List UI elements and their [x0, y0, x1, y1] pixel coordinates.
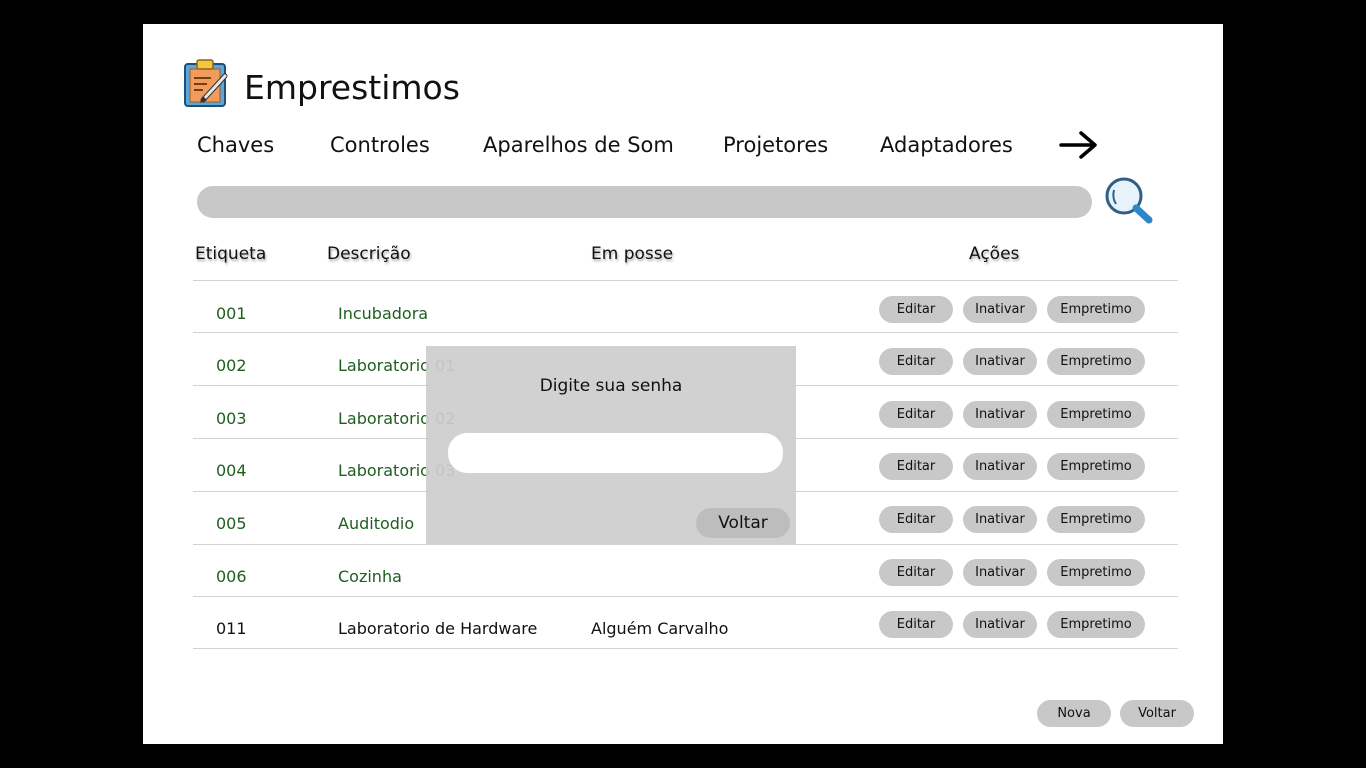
column-header-em-posse: Em posse — [591, 244, 674, 264]
inactivate-button[interactable]: Inativar — [963, 401, 1037, 428]
search-input[interactable] — [197, 186, 1092, 218]
loan-button[interactable]: Empretimo — [1047, 296, 1145, 323]
dialog-back-button[interactable]: Voltar — [696, 508, 790, 538]
row-descricao: Auditodio — [338, 514, 415, 533]
column-header-descricao: Descrição — [327, 244, 411, 264]
inactivate-button[interactable]: Inativar — [963, 611, 1037, 638]
loan-button[interactable]: Empretimo — [1047, 401, 1145, 428]
tab-adaptadores[interactable]: Adaptadores — [880, 133, 1013, 157]
tab-controles[interactable]: Controles — [330, 133, 430, 157]
password-field[interactable] — [448, 433, 783, 473]
password-dialog-title: Digite sua senha — [539, 376, 683, 396]
inactivate-button[interactable]: Inativar — [963, 506, 1037, 533]
password-dialog: Digite sua senha Voltar — [426, 346, 796, 544]
tab-aparelhos-de-som[interactable]: Aparelhos de Som — [483, 133, 674, 157]
tab-chaves[interactable]: Chaves — [197, 133, 274, 157]
inactivate-button[interactable]: Inativar — [963, 348, 1037, 375]
row-divider — [193, 280, 1178, 281]
row-descricao: Incubadora — [338, 304, 429, 323]
edit-button[interactable]: Editar — [879, 559, 953, 586]
row-em-posse: Alguém Carvalho — [591, 619, 729, 638]
row-divider — [193, 544, 1178, 545]
inactivate-button[interactable]: Inativar — [963, 453, 1037, 480]
row-divider — [193, 332, 1178, 333]
magnifier-icon[interactable] — [1103, 176, 1153, 226]
emprestimos-page: Emprestimos Chaves Controles Aparelhos d… — [143, 24, 1223, 744]
arrow-right-icon[interactable] — [1059, 130, 1099, 160]
loan-button[interactable]: Empretimo — [1047, 348, 1145, 375]
edit-button[interactable]: Editar — [879, 506, 953, 533]
column-header-acoes: Ações — [969, 244, 1020, 264]
row-etiqueta: 006 — [216, 567, 247, 586]
row-etiqueta: 002 — [216, 356, 247, 375]
row-etiqueta: 004 — [216, 461, 247, 480]
row-etiqueta: 001 — [216, 304, 247, 323]
clipboard-pencil-icon — [184, 59, 228, 107]
row-etiqueta: 005 — [216, 514, 247, 533]
loan-button[interactable]: Empretimo — [1047, 453, 1145, 480]
row-descricao: Cozinha — [338, 567, 402, 586]
loan-button[interactable]: Empretimo — [1047, 559, 1145, 586]
inactivate-button[interactable]: Inativar — [963, 296, 1037, 323]
page-title: Emprestimos — [244, 68, 460, 107]
new-button[interactable]: Nova — [1037, 700, 1111, 727]
row-divider — [193, 648, 1178, 649]
edit-button[interactable]: Editar — [879, 611, 953, 638]
row-divider — [193, 596, 1178, 597]
edit-button[interactable]: Editar — [879, 401, 953, 428]
column-header-etiqueta: Etiqueta — [195, 244, 267, 264]
tab-projetores[interactable]: Projetores — [723, 133, 828, 157]
inactivate-button[interactable]: Inativar — [963, 559, 1037, 586]
row-etiqueta: 011 — [216, 619, 247, 638]
edit-button[interactable]: Editar — [879, 296, 953, 323]
edit-button[interactable]: Editar — [879, 453, 953, 480]
edit-button[interactable]: Editar — [879, 348, 953, 375]
loan-button[interactable]: Empretimo — [1047, 611, 1145, 638]
row-descricao: Laboratorio de Hardware — [338, 619, 538, 638]
row-etiqueta: 003 — [216, 409, 247, 428]
loan-button[interactable]: Empretimo — [1047, 506, 1145, 533]
back-button[interactable]: Voltar — [1120, 700, 1194, 727]
